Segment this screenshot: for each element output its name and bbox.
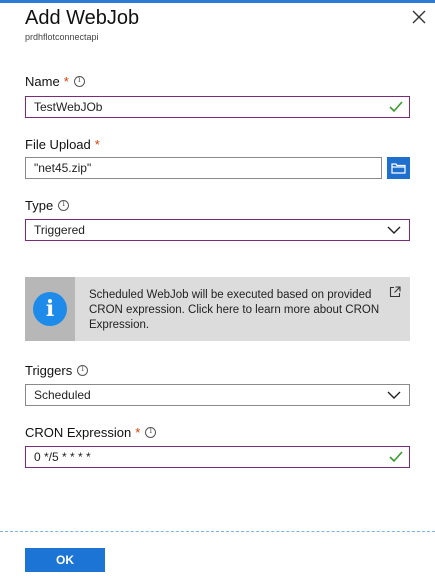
cron-input[interactable]: 0 */5 * * * * [25,446,410,468]
file-upload-input[interactable]: "net45.zip" [25,157,382,179]
triggers-label-row: Triggers [25,363,89,378]
type-select[interactable]: Triggered [25,219,410,241]
folder-icon [391,163,406,174]
banner-text[interactable]: Scheduled WebJob will be executed based … [89,288,381,333]
name-input[interactable]: TestWebJOb [25,96,410,118]
footer-divider [0,531,435,532]
page-title: Add WebJob [25,7,140,29]
type-select-value: Triggered [34,223,85,237]
required-marker: * [135,425,141,440]
top-accent-bar [0,0,435,3]
cron-label: CRON Expression [25,425,132,440]
type-label: Type [25,198,54,213]
cron-input-value: 0 */5 * * * * [34,450,91,464]
file-upload-label-row: File Upload * [25,137,100,152]
page-subtitle: prdhflotconnectapi [25,32,99,42]
info-icon[interactable] [145,426,157,438]
triggers-select-value: Scheduled [34,388,91,402]
info-icon[interactable] [73,75,85,87]
browse-button[interactable] [387,157,410,179]
banner-icon-box: i [25,277,75,341]
chevron-down-icon [387,226,401,234]
info-icon[interactable] [58,199,70,211]
check-icon [389,101,403,113]
triggers-label: Triggers [25,363,73,378]
name-label-row: Name * [25,74,85,89]
info-icon: i [33,292,67,326]
external-link-icon[interactable] [389,286,401,298]
close-icon[interactable] [410,8,428,26]
required-marker: * [63,74,69,89]
cron-label-row: CRON Expression * [25,425,157,440]
info-banner[interactable]: i Scheduled WebJob will be executed base… [25,277,410,341]
ok-button[interactable]: OK [25,548,105,572]
name-input-value: TestWebJOb [34,100,103,114]
file-upload-label: File Upload [25,137,91,152]
chevron-down-icon [387,391,401,399]
info-icon[interactable] [77,364,89,376]
name-label: Name [25,74,60,89]
required-marker: * [94,137,100,152]
check-icon [389,451,403,463]
triggers-select[interactable]: Scheduled [25,384,410,406]
type-label-row: Type [25,198,70,213]
file-upload-value: "net45.zip" [34,161,92,175]
